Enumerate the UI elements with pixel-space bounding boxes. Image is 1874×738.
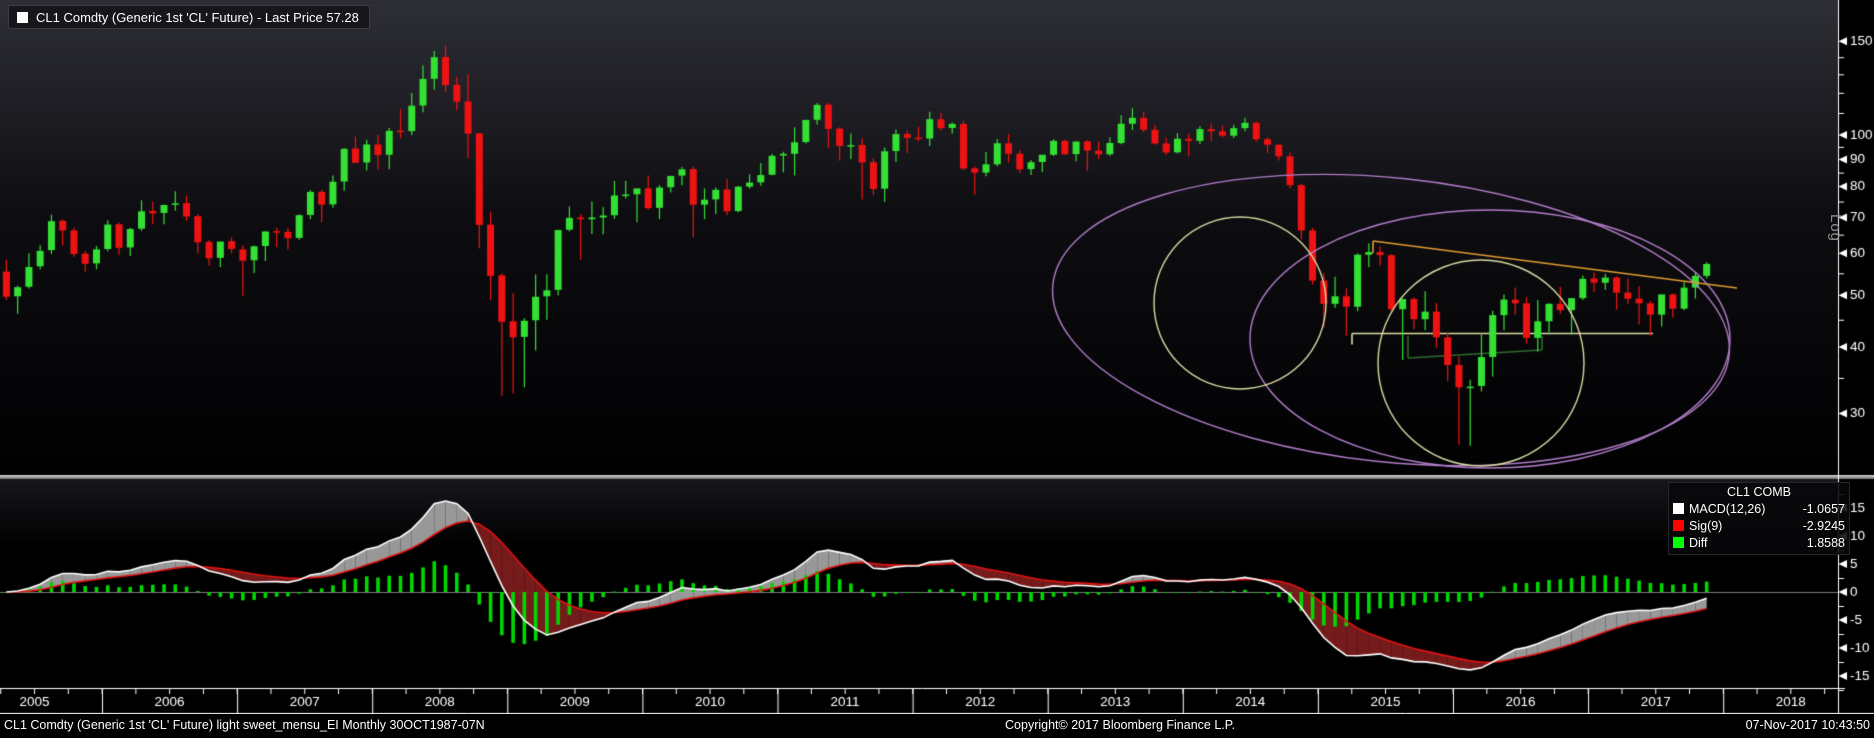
legend-label: MACD(12,26) — [1689, 501, 1766, 516]
bloomberg-chart-window: CL1 Comdty (Generic 1st 'CL' Future) - L… — [0, 0, 1874, 738]
legend-swatch-icon — [1673, 537, 1684, 548]
price-chart-canvas[interactable] — [0, 0, 1874, 738]
macd-legend[interactable]: CL1 COMB MACD(12,26) -1.0657 Sig(9) -2.9245… — [1668, 482, 1850, 555]
macd-legend-title: CL1 COMB — [1727, 485, 1791, 499]
legend-swatch-icon — [1673, 520, 1684, 531]
macd-legend-item[interactable]: Sig(9) -2.9245 — [1673, 517, 1845, 534]
legend-value: -2.9245 — [1802, 518, 1845, 533]
legend-value: -1.0657 — [1802, 501, 1845, 516]
status-bar: CL1 Comdty (Generic 1st 'CL' Future) lig… — [0, 714, 1874, 738]
footer-contract-info: CL1 Comdty (Generic 1st 'CL' Future) lig… — [4, 718, 485, 732]
log-scale-label[interactable]: Log — [1827, 214, 1844, 242]
legend-swatch-icon — [1673, 503, 1684, 514]
macd-legend-item[interactable]: Diff 1.8588 — [1673, 534, 1845, 551]
legend-label: Sig(9) — [1689, 518, 1723, 533]
footer-timestamp: 07-Nov-2017 10:43:50 — [1745, 718, 1870, 732]
series-marker-icon — [17, 11, 28, 23]
macd-legend-item[interactable]: MACD(12,26) -1.0657 — [1673, 500, 1845, 517]
macd-legend-rows: MACD(12,26) -1.0657 Sig(9) -2.9245 Diff 1.858… — [1673, 500, 1845, 551]
legend-value: 1.8588 — [1806, 535, 1845, 550]
chart-title-box: CL1 Comdty (Generic 1st 'CL' Future) - L… — [8, 5, 370, 29]
footer-copyright: Copyright© 2017 Bloomberg Finance L.P. — [1005, 718, 1235, 732]
chart-title: CL1 Comdty (Generic 1st 'CL' Future) - L… — [36, 9, 359, 25]
legend-label: Diff — [1689, 535, 1708, 550]
